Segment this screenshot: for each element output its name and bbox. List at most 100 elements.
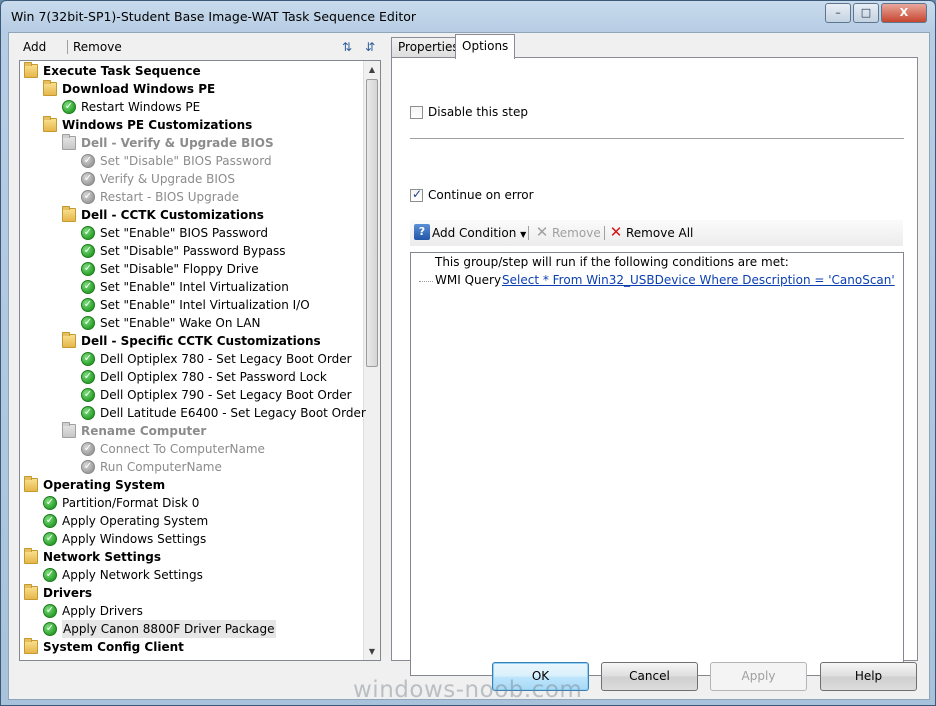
tree-item-label: Set "Disable" BIOS Password xyxy=(100,154,272,168)
remove-all-x-icon: ✕ xyxy=(609,223,623,241)
conditions-header: This group/step will run if the followin… xyxy=(435,255,789,269)
scroll-down-arrow-icon[interactable]: ▼ xyxy=(364,643,380,660)
window-title: Win 7(32bit-SP1)-Student Base Image-WAT … xyxy=(11,9,417,24)
tree-item-label: Set "Enable" Intel Virtualization xyxy=(100,280,289,294)
checkmark-icon: ✓ xyxy=(81,388,95,402)
tree-item-label: Apply Operating System xyxy=(62,514,209,528)
condition-toolbar: ? Add Condition ▼ ✕ Remove ✕ Remove All xyxy=(410,220,903,246)
scroll-up-arrow-icon[interactable]: ▲ xyxy=(364,61,380,78)
checkmark-icon: ✓ xyxy=(81,262,95,276)
tree-item-label: Dell Optiplex 790 - Set Legacy Boot Orde… xyxy=(100,388,352,402)
toolbar-separator xyxy=(604,226,605,240)
remove-all-button[interactable]: Remove All xyxy=(626,224,693,242)
checkmark-icon: ✓ xyxy=(43,496,57,510)
tree-item-label: Download Windows PE xyxy=(62,82,216,96)
maximize-button[interactable]: □ xyxy=(853,3,879,23)
watermark: windows-noob.com xyxy=(353,677,583,703)
continue-on-error-label: Continue on error xyxy=(428,188,534,202)
checkmark-icon: ✓ xyxy=(81,406,95,420)
move-down-icon[interactable]: ⇵ xyxy=(362,39,378,55)
folder-icon xyxy=(62,206,76,222)
tree-item-label: Run ComputerName xyxy=(100,460,222,474)
help-question-icon: ? xyxy=(414,224,430,240)
tree-item-label: Rename Computer xyxy=(81,424,207,438)
move-up-icon[interactable]: ⇅ xyxy=(339,39,355,55)
condition-query-link[interactable]: Select * From Win32_USBDevice Where Desc… xyxy=(502,273,895,287)
close-button[interactable]: X xyxy=(881,3,927,23)
tree-item-label: Network Settings xyxy=(43,550,161,564)
tree-item-label: Dell Optiplex 780 - Set Legacy Boot Orde… xyxy=(100,352,352,366)
tree-item-label: Dell Optiplex 780 - Set Password Lock xyxy=(100,370,327,384)
tree-item-label: Dell - CCTK Customizations xyxy=(81,208,264,222)
tree-item-label: Windows PE Customizations xyxy=(62,118,253,132)
checkmark-icon: ✓ xyxy=(81,244,95,258)
tree-item-label: Connect To ComputerName xyxy=(100,442,265,456)
dialog-client-area: Add ▼ Remove ⇅ ⇵ ▲ ▼ Execute Task Sequen… xyxy=(8,32,930,700)
tree-item-label: System Config Client xyxy=(43,640,184,654)
tree-item-label: Verify & Upgrade BIOS xyxy=(100,172,235,186)
folder-icon xyxy=(24,548,38,564)
tree-item-label: Execute Task Sequence xyxy=(43,64,201,78)
folder-icon xyxy=(24,638,38,654)
task-sequence-editor-window: Win 7(32bit-SP1)-Student Base Image-WAT … xyxy=(0,0,936,706)
folder-icon xyxy=(62,332,76,348)
checkmark-icon: ✓ xyxy=(43,622,57,636)
folder-icon xyxy=(62,422,76,438)
tree-vertical-scrollbar[interactable]: ▲ ▼ xyxy=(363,61,380,660)
dropdown-arrow-icon: ▼ xyxy=(520,230,527,239)
toolbar-separator xyxy=(67,40,68,54)
tree-item-label: Dell Latitude E6400 - Set Legacy Boot Or… xyxy=(100,406,366,420)
checkmark-icon: ✓ xyxy=(81,154,95,168)
toolbar-separator xyxy=(528,226,529,240)
tree-item-label: Dell - Verify & Upgrade BIOS xyxy=(81,136,274,150)
remove-button[interactable]: Remove xyxy=(73,37,122,57)
checkmark-icon: ✓ xyxy=(81,172,95,186)
add-condition-button[interactable]: Add Condition ▼ xyxy=(432,224,526,242)
add-menu-button[interactable]: Add ▼ xyxy=(23,37,46,73)
checkmark-icon: ✓ xyxy=(81,298,95,312)
folder-icon xyxy=(24,584,38,600)
folder-icon xyxy=(43,80,57,96)
checkmark-icon: ✓ xyxy=(81,370,95,384)
checkmark-icon: ✓ xyxy=(81,316,95,330)
checkmark-icon: ✓ xyxy=(81,280,95,294)
remove-condition-button[interactable]: Remove xyxy=(552,224,601,242)
tree-item-label: Operating System xyxy=(43,478,166,492)
folder-icon xyxy=(24,476,38,492)
tree-item-label: Set "Enable" Intel Virtualization I/O xyxy=(100,298,310,312)
options-divider xyxy=(410,138,904,139)
folder-icon xyxy=(43,116,57,132)
tree-item-label: Drivers xyxy=(43,586,93,600)
checkmark-icon: ✓ xyxy=(81,226,95,240)
disable-step-label: Disable this step xyxy=(428,105,528,119)
tree-item-label: Apply Windows Settings xyxy=(62,532,207,546)
minimize-button[interactable]: – xyxy=(825,3,851,23)
options-panel: Disable this step Continue on error ? Ad… xyxy=(391,57,918,676)
apply-button[interactable]: Apply xyxy=(710,662,807,691)
task-sequence-tree[interactable]: ▲ ▼ Execute Task Sequence Download Window… xyxy=(19,60,381,661)
checkmark-icon: ✓ xyxy=(43,532,57,546)
scroll-thumb[interactable] xyxy=(366,79,378,367)
tree-item-label: Dell - Specific CCTK Customizations xyxy=(81,334,321,348)
tree-item-label: Apply Drivers xyxy=(62,604,143,618)
tab-options[interactable]: Options xyxy=(455,34,516,59)
checkmark-icon: ✓ xyxy=(81,460,95,474)
tree-item-label: Partition/Format Disk 0 xyxy=(62,496,200,510)
continue-on-error-checkbox[interactable] xyxy=(410,187,423,202)
disable-step-checkbox[interactable] xyxy=(410,106,423,119)
tree-item-label: Set "Disable" Floppy Drive xyxy=(100,262,259,276)
checkmark-icon: ✓ xyxy=(43,568,57,582)
condition-type: WMI Query xyxy=(435,273,502,287)
tree-item-label: Restart - BIOS Upgrade xyxy=(100,190,240,204)
tree-item-label: Apply Canon 8800F Driver Package xyxy=(62,620,276,638)
folder-icon xyxy=(24,62,38,78)
tree-item-label: Apply Network Settings xyxy=(62,568,203,582)
checkmark-icon: ✓ xyxy=(81,190,95,204)
help-button[interactable]: Help xyxy=(820,662,917,691)
cancel-button[interactable]: Cancel xyxy=(601,662,698,691)
tree-item-label: Set "Enable" BIOS Password xyxy=(100,226,268,240)
tree-item-label: Set "Disable" Password Bypass xyxy=(100,244,286,258)
conditions-list[interactable]: This group/step will run if the followin… xyxy=(410,252,904,676)
tree-item-label: Restart Windows PE xyxy=(81,100,201,114)
tree-item-label: Set "Enable" Wake On LAN xyxy=(100,316,261,330)
